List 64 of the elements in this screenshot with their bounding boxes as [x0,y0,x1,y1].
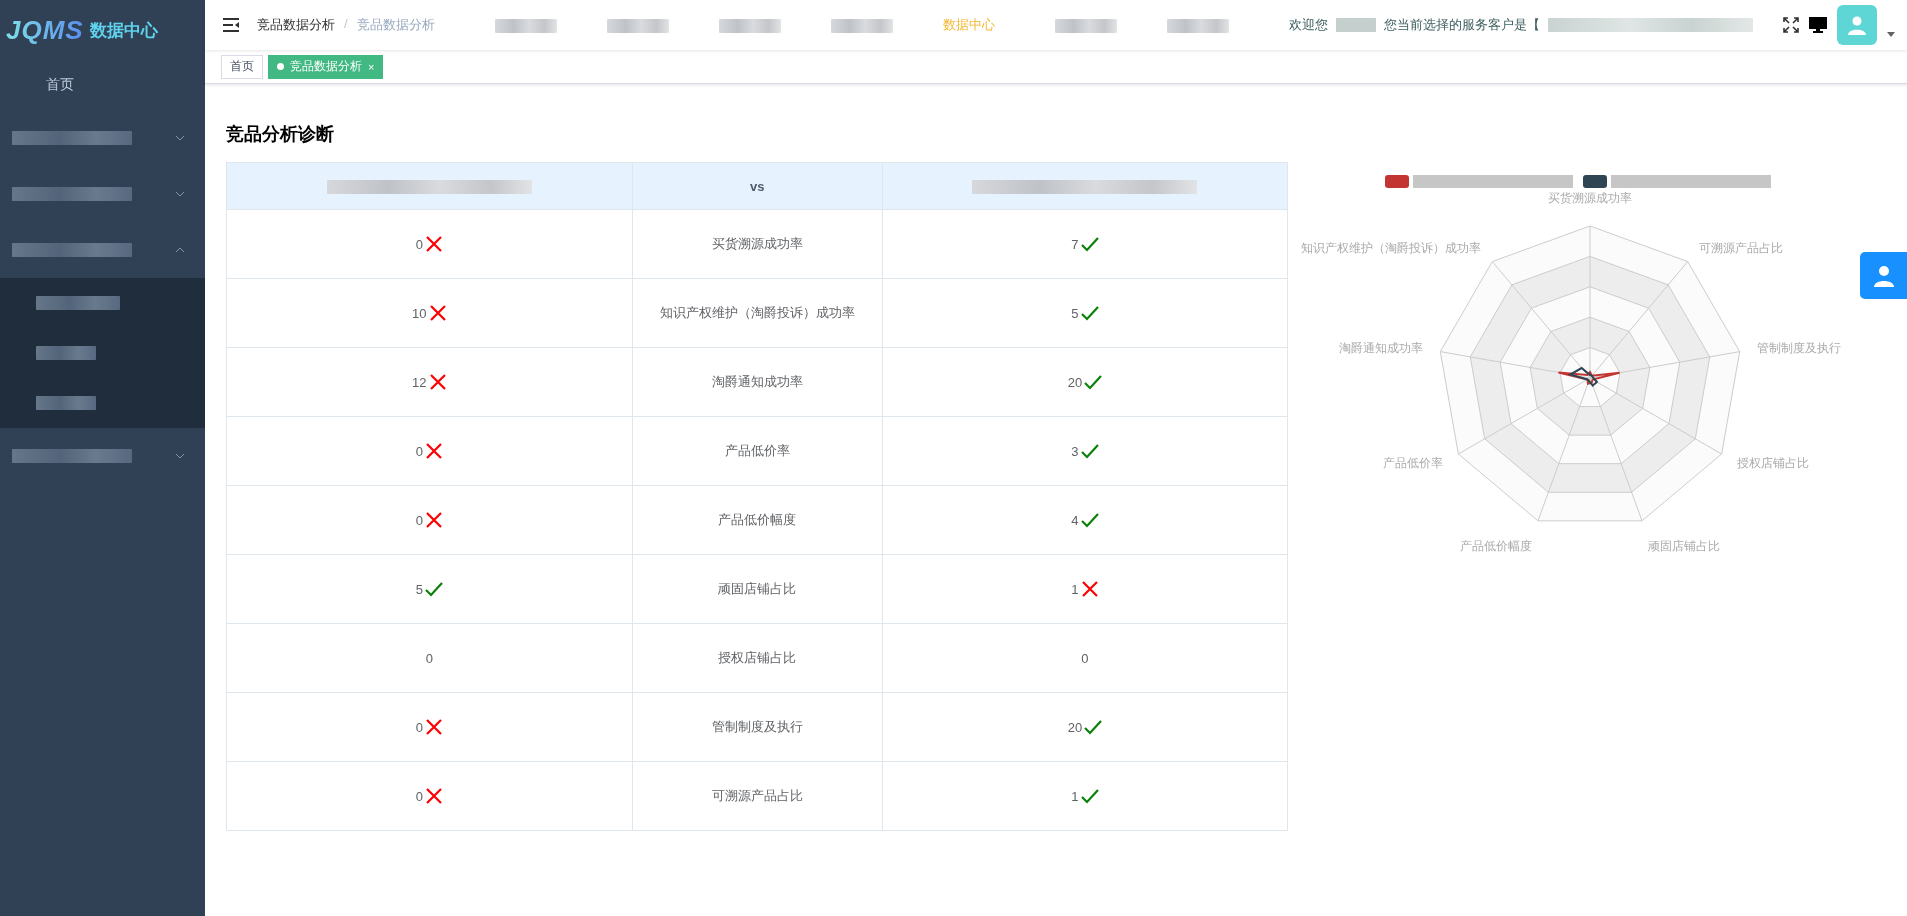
axis-label: 顽固店铺占比 [1648,538,1721,553]
metric-name: 可溯源产品占比 [711,788,803,803]
radar-series-drawing [1557,366,1621,387]
breadcrumb-link[interactable]: 竞品数据分析 [257,16,335,34]
score-value: 5 [1071,306,1079,321]
chevron-up-icon[interactable] [175,247,185,253]
axis-label: 授权店铺占比 [1737,456,1810,470]
chevron-down-icon[interactable] [175,135,185,141]
redacted-text [36,346,96,360]
caret-down-icon[interactable] [1887,31,1895,37]
menu-item[interactable]: 首页 [0,60,205,110]
score-value: 0 [415,237,423,252]
score-value: 3 [1071,444,1079,459]
page-tab[interactable]: 首页 [221,54,263,79]
legend-swatch[interactable] [1385,175,1409,188]
score-value: 4 [1071,513,1079,528]
axis-label: 可溯源产品占比 [1699,240,1784,255]
score-value: 0 [425,650,433,666]
metric-name: 知识产权维护（淘爵投诉）成功率 [659,305,855,320]
fullscreen-icon[interactable] [1783,17,1799,33]
score-value: 20 [1067,375,1083,390]
score-value: 0 [415,789,423,804]
axis-label: 买货溯源成功率 [1548,191,1632,205]
menu-toggle-icon[interactable] [223,18,239,32]
score-value: 20 [1067,720,1083,735]
redacted-text [36,396,96,410]
monitor-icon[interactable] [1809,17,1827,33]
axis-label: 淘爵通知成功率 [1338,341,1423,356]
redacted-text [1335,18,1376,32]
legend-swatch[interactable] [1583,175,1607,188]
score-value: 0 [415,444,423,459]
score-value: 0 [415,513,423,528]
score-value: 5 [415,582,423,597]
score-value: 1 [1071,789,1079,804]
page-title: 竞品分析诊断 [226,123,335,146]
metric-name: 产品低价率 [724,443,790,458]
score-value: 7 [1071,237,1079,252]
axis-label: 管制制度及执行 [1757,341,1842,356]
score-value: 0 [1081,650,1089,666]
metric-name: 产品低价幅度 [718,512,797,527]
user-icon [1846,14,1868,36]
chevron-down-icon[interactable] [175,191,185,197]
breadcrumb-current: 竞品数据分析 [356,16,435,34]
active-dot-icon [277,63,284,70]
logo-title: 数据中心 [89,19,158,42]
metric-name: 授权店铺占比 [718,650,797,665]
chevron-down-icon[interactable] [175,453,185,459]
metric-name: 顽固店铺占比 [718,581,797,596]
axis-label: 产品低价幅度 [1459,538,1532,553]
axis-label: 知识产权维护（淘爵投诉）成功率 [1300,240,1481,255]
welcome-text: 欢迎您 [1288,16,1328,34]
user-panel-button[interactable] [1860,252,1907,299]
metric-name: 管制制度及执行 [711,719,803,734]
metric-name: 买货溯源成功率 [711,236,803,251]
score-value: 12 [412,375,427,390]
score-value: 1 [1071,582,1079,597]
breadcrumb-separator: / [344,16,348,33]
user-icon [1871,263,1896,288]
customer-prompt: 您当前选择的服务客户是【 [1383,16,1540,34]
metric-name: 淘爵通知成功率 [711,374,803,389]
score-value: 0 [415,720,423,735]
axis-label: 产品低价率 [1382,456,1443,470]
column-header: vs [632,162,883,210]
score-value: 10 [412,306,427,321]
